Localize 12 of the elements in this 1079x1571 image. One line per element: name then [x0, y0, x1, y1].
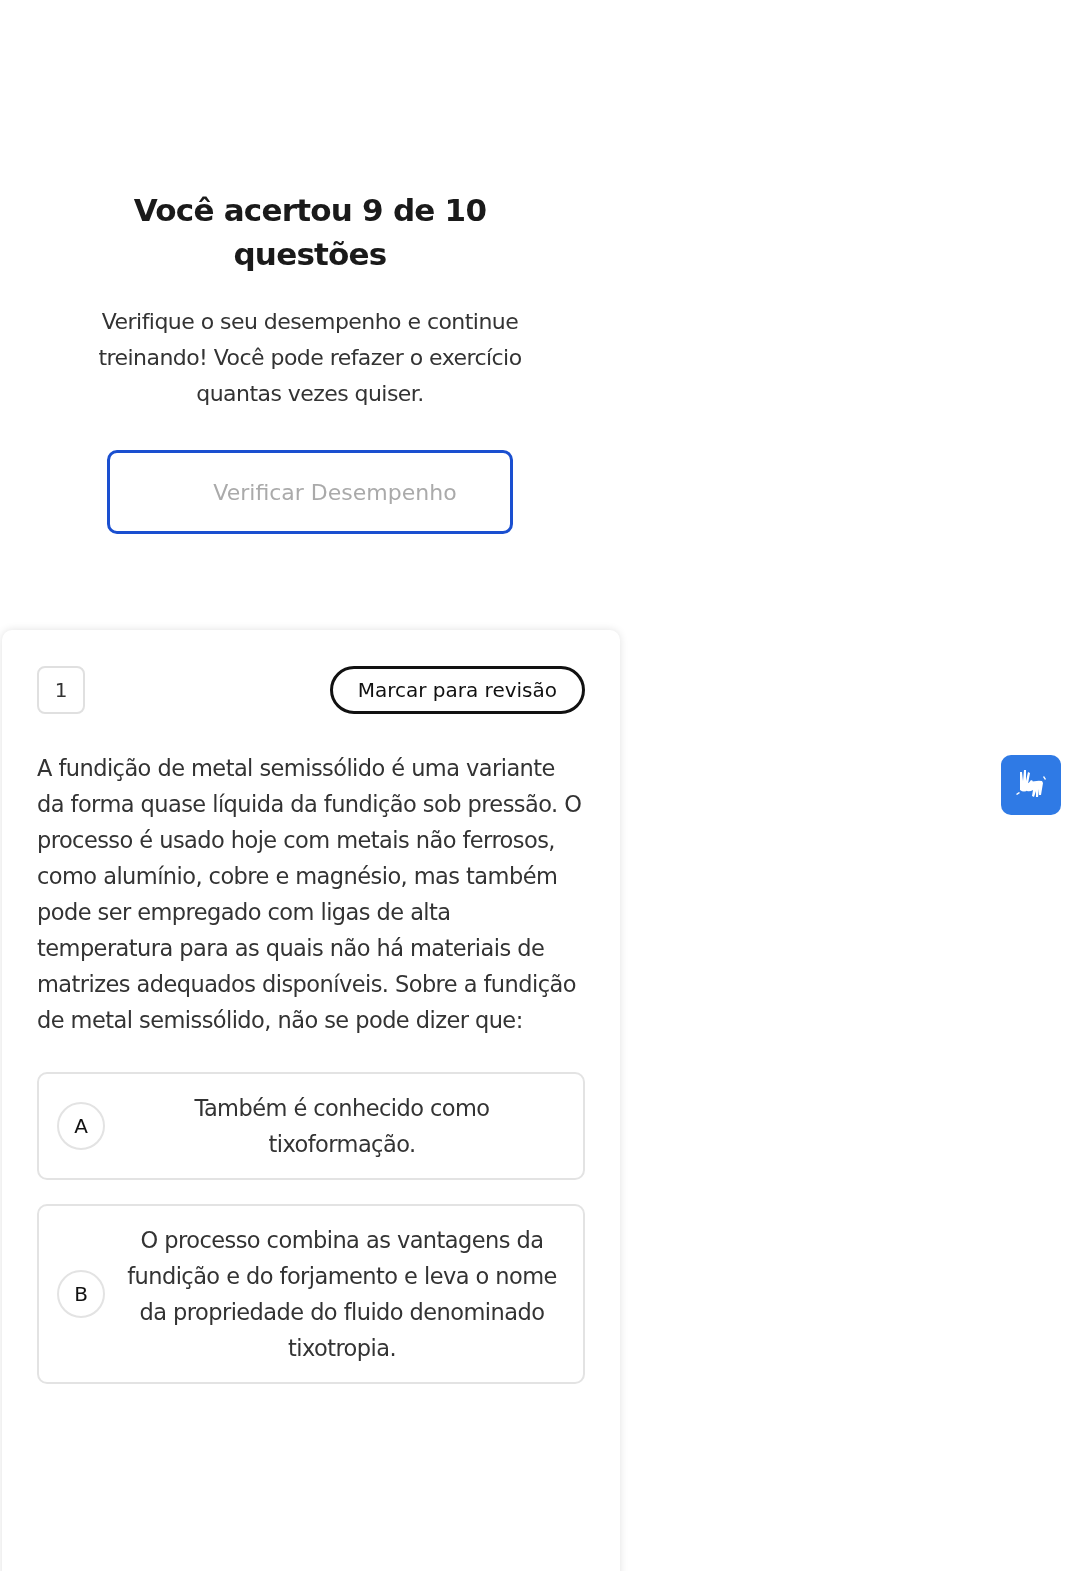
answer-option[interactable]: B O processo combina as vantagens da fundição e do forjamento e leva o nome da propriedade do fluido denominado tixotropia.: [37, 1204, 585, 1384]
sign-language-button[interactable]: [1001, 755, 1061, 815]
option-letter: A: [57, 1102, 105, 1150]
answer-option[interactable]: A Também é conhecido como tixoformação.: [37, 1072, 585, 1180]
question-number: 1: [37, 666, 85, 714]
result-description: Verifique o seu desempenho e continue treinando! Você pode refazer o exercício quantas vezes quiser.: [97, 308, 523, 408]
mark-for-review-button[interactable]: Marcar para revisão: [329, 666, 585, 714]
option-letter: B: [57, 1270, 105, 1318]
question-text: A fundição de metal semissólido é uma variante da forma quase líquida da fundição sob pressão. O processo é usado hoje com metais não ferrosos, como alumínio, cobre e magnésio, mas também pode ser empregado com ligas de alta temperatura para as quais não há materiais de matrizes adequados disponíveis. Sobre a fundição de metal semissólido, não se pode dizer que:: [37, 754, 583, 1035]
result-title: Você acertou 9 de 10 questões: [132, 191, 488, 274]
option-text: O processo combina as vantagens da fundição e do forjamento e leva o nome da propriedade do fluido denominado tixotropia.: [126, 1226, 558, 1363]
option-text: Também é conhecido como tixoformação.: [193, 1094, 491, 1159]
